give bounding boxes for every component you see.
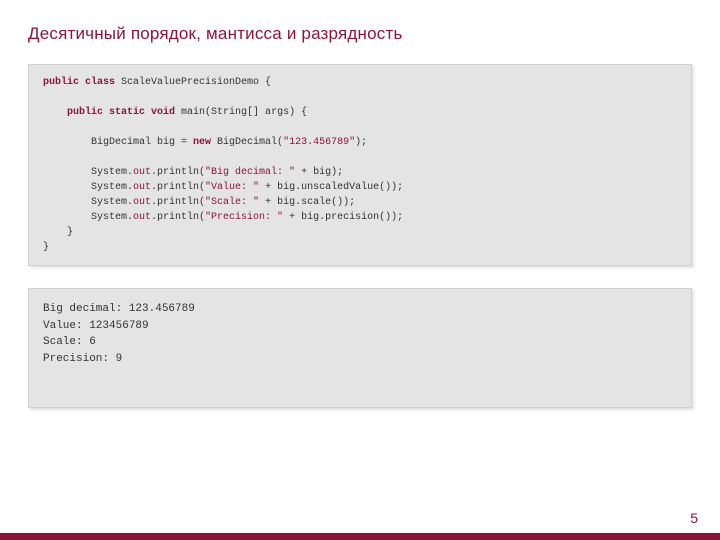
code-text: System. [43,182,133,193]
output-line: Value: 123456789 [43,320,149,332]
code-string: "Big decimal: " [205,167,295,178]
code-text: .println( [151,167,205,178]
code-text: + big.precision()); [283,212,403,223]
code-block: public class ScaleValuePrecisionDemo { p… [28,64,692,266]
bottom-accent-bar [0,533,720,540]
code-string: "Scale: " [205,197,259,208]
page-number: 5 [690,510,698,526]
code-text: .println( [151,212,205,223]
output-line: Scale: 6 [43,336,96,348]
code-string: "Value: " [205,182,259,193]
code-field: out [133,167,151,178]
code-field: out [133,212,151,223]
code-string: "Precision: " [205,212,283,223]
slide-title: Десятичный порядок, мантисса и разряднос… [28,24,692,44]
output-block: Big decimal: 123.456789 Value: 123456789… [28,288,692,408]
code-text: ); [355,137,367,148]
code-field: out [133,182,151,193]
slide-container: Десятичный порядок, мантисса и разряднос… [0,0,720,540]
code-text: main(String[] args) { [175,107,307,118]
output-line: Precision: 9 [43,353,122,365]
code-text: ScaleValuePrecisionDemo { [115,77,271,88]
code-field: out [133,197,151,208]
code-kw: public class [43,77,115,88]
code-text: .println( [151,197,205,208]
code-text: System. [43,212,133,223]
code-text: } [43,227,73,238]
code-text: + big); [295,167,343,178]
code-kw: new [193,137,211,148]
code-text: + big.scale()); [259,197,355,208]
code-text: BigDecimal( [211,137,283,148]
code-kw: public static void [67,107,175,118]
code-text: BigDecimal big = [43,137,193,148]
code-text: + big.unscaledValue()); [259,182,403,193]
code-text: System. [43,167,133,178]
code-text: System. [43,197,133,208]
code-string: "123.456789" [283,137,355,148]
code-text: } [43,242,49,253]
output-line: Big decimal: 123.456789 [43,303,195,315]
code-text: .println( [151,182,205,193]
